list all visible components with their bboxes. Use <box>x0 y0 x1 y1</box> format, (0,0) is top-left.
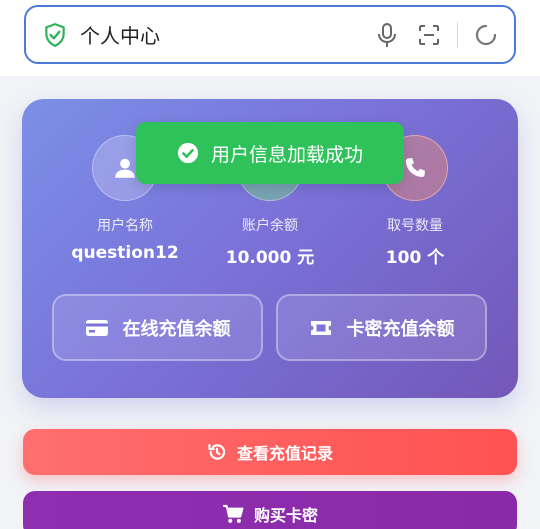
view-recharge-history-button[interactable]: 查看充值记录 <box>23 429 517 475</box>
online-recharge-label: 在线充值余额 <box>122 318 231 340</box>
toast-message: 用户信息加载成功 <box>210 143 363 166</box>
stat-value: 100 个 <box>385 248 445 268</box>
card-recharge-button[interactable]: 卡密充值余额 <box>276 294 487 361</box>
buy-card-label: 购买卡密 <box>253 506 318 525</box>
history-icon <box>207 442 227 462</box>
buy-card-button[interactable]: 购买卡密 <box>23 491 517 529</box>
scan-icon[interactable] <box>415 21 443 49</box>
stat-label: 用户名称 <box>97 218 153 234</box>
top-bar <box>0 0 540 76</box>
shopping-cart-icon <box>222 504 244 524</box>
stat-label: 账户余额 <box>242 218 298 234</box>
stat-label: 取号数量 <box>387 218 443 234</box>
shield-check-icon <box>45 22 65 47</box>
stat-value: question12 <box>71 243 179 263</box>
ticket-icon <box>309 319 333 337</box>
toolbar-divider <box>457 21 458 48</box>
credit-card-icon <box>85 319 109 337</box>
success-toast: 用户信息加载成功 <box>136 122 404 184</box>
card-recharge-label: 卡密充值余额 <box>346 318 455 340</box>
search-box[interactable] <box>24 5 516 64</box>
refresh-icon[interactable] <box>472 21 500 49</box>
microphone-icon[interactable] <box>373 21 401 49</box>
stat-value: 10.000 元 <box>225 248 315 268</box>
history-label: 查看充值记录 <box>236 444 333 463</box>
online-recharge-button[interactable]: 在线充值余额 <box>52 294 263 361</box>
search-input[interactable] <box>80 14 359 55</box>
check-circle-icon <box>177 142 199 164</box>
